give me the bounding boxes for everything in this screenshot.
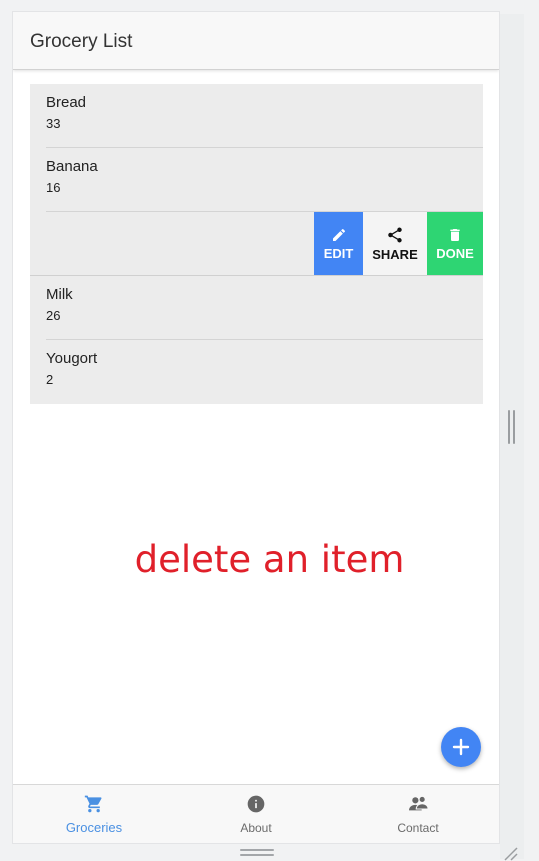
swiped-item-actions: EDIT SHARE DONE [30, 212, 483, 276]
app-bar: Grocery List [13, 12, 499, 70]
item-name: Yougort [46, 350, 98, 367]
app-viewport: Grocery List Bread 33 Banana 16 EDIT SHA… [13, 12, 499, 843]
page-title: Grocery List [30, 31, 133, 52]
item-quantity: 2 [46, 372, 54, 387]
edit-button[interactable]: EDIT [314, 212, 363, 275]
pencil-icon [332, 228, 345, 241]
item-name: Banana [46, 158, 98, 175]
tab-contact[interactable]: Contact [337, 785, 499, 843]
contacts-icon [409, 795, 429, 811]
share-icon [388, 227, 402, 242]
share-button[interactable]: SHARE [363, 212, 427, 275]
plus-icon [452, 738, 470, 756]
done-label: DONE [436, 245, 474, 261]
tab-label: Contact [397, 821, 439, 835]
list-item[interactable]: Banana 16 [30, 148, 483, 212]
tab-about[interactable]: About [175, 785, 337, 843]
item-quantity: 16 [46, 180, 61, 195]
horizontal-resize-handle[interactable] [240, 849, 274, 857]
share-label: SHARE [372, 246, 418, 262]
edit-label: EDIT [323, 245, 354, 261]
resize-corner-icon[interactable] [502, 845, 518, 861]
grocery-list: Bread 33 Banana 16 EDIT SHARE DONE Milk … [30, 84, 483, 404]
item-quantity: 33 [46, 116, 61, 131]
list-item[interactable]: Milk 26 [30, 276, 483, 340]
item-quantity: 26 [46, 308, 61, 323]
done-button[interactable]: DONE [427, 212, 483, 275]
tab-label: Groceries [65, 820, 123, 835]
caption-overlay: delete an item [134, 538, 405, 581]
vertical-resize-handle[interactable] [508, 410, 516, 444]
list-item[interactable]: Yougort 2 [30, 340, 483, 404]
list-item[interactable]: Bread 33 [30, 84, 483, 148]
tab-groceries[interactable]: Groceries [13, 785, 175, 843]
item-name: Milk [46, 286, 73, 303]
add-item-button[interactable] [441, 727, 481, 767]
tab-label: About [240, 821, 272, 835]
info-icon [247, 795, 265, 813]
trash-icon [450, 228, 460, 241]
bottom-tab-bar: Groceries About Contact [13, 784, 499, 843]
cart-icon [84, 795, 102, 813]
item-name: Bread [46, 94, 87, 111]
